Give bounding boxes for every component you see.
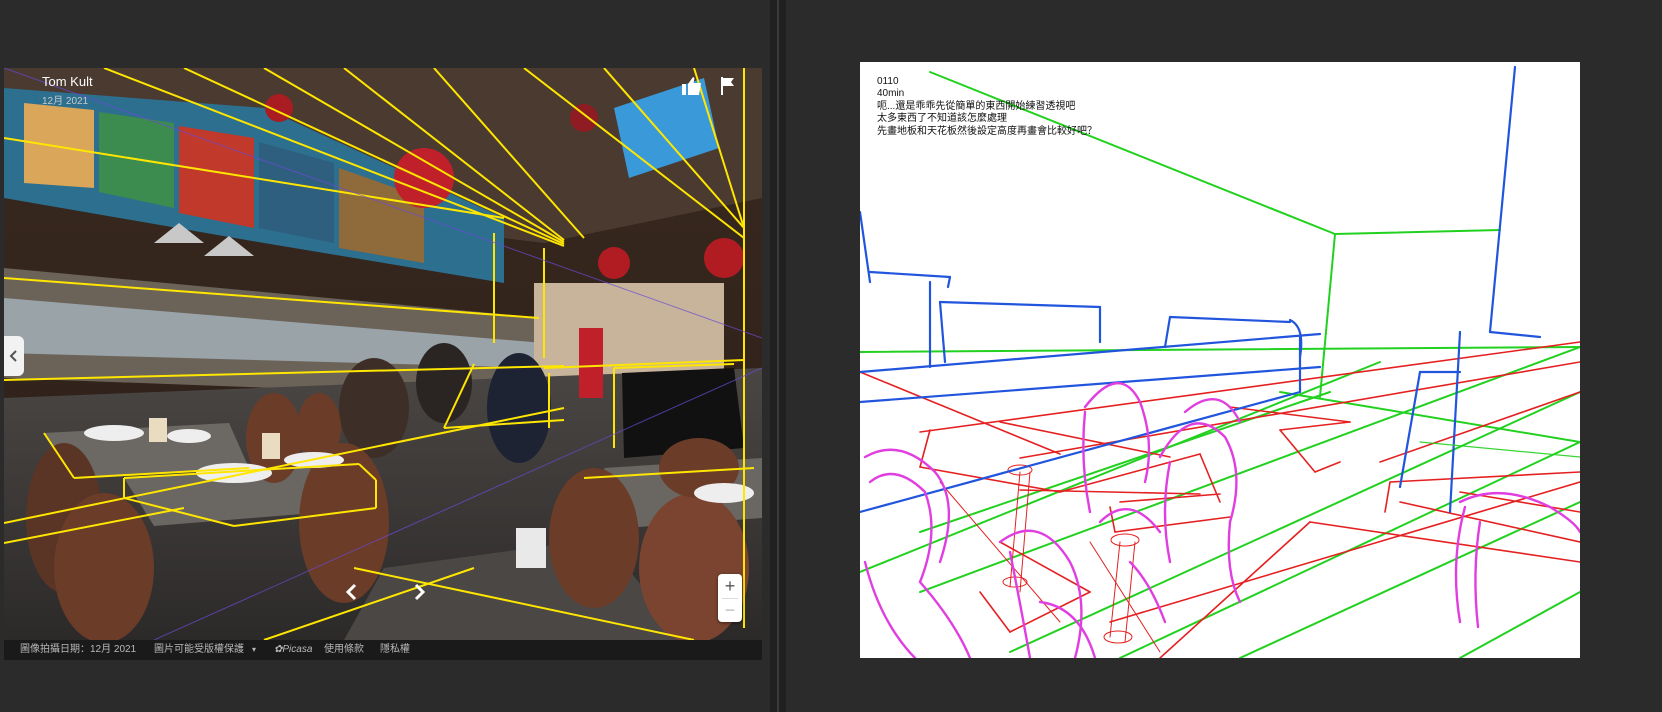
zoom-in-button[interactable]: + [718,574,742,598]
flag-icon[interactable] [716,74,740,98]
terms-link[interactable]: 使用條款 [324,640,364,660]
picasa-label: Picasa [282,644,313,655]
note-line: 呃...還是乖乖先從簡單的東西開始練習透視吧 [877,100,1076,112]
right-pane: 0110 40min 呃...還是乖乖先從簡單的東西開始練習透視吧 太多東西了不… [786,0,1662,712]
photo-viewer[interactable]: Tom Kult 12月 2021 + − 圖像拍攝日期：12月 2021 圖片… [4,68,762,660]
photo-author[interactable]: Tom Kult [42,74,93,89]
left-pane: Tom Kult 12月 2021 + − 圖像拍攝日期：12月 2021 圖片… [0,0,770,712]
perspective-sketch[interactable] [860,62,1580,658]
previous-photo-button[interactable] [340,580,364,604]
pane-splitter[interactable] [770,0,786,712]
privacy-link[interactable]: 隱私權 [380,640,410,660]
dropdown-icon[interactable]: ▾ [252,640,256,660]
capture-date-text: 圖像拍攝日期：12月 2021 [20,644,137,655]
sketch-notes: 0110 40min 呃...還是乖乖先從簡單的東西開始練習透視吧 太多東西了不… [877,76,1097,138]
drawing-canvas[interactable]: 0110 40min 呃...還是乖乖先從簡單的東西開始練習透視吧 太多東西了不… [860,62,1580,658]
copyright-link[interactable]: 圖片可能受版權保護 [154,640,244,660]
splitter-line [777,0,779,712]
note-line: 先畫地板和天花板然後設定高度再畫會比較好吧？ [877,125,1097,137]
zoom-control: + − [718,574,742,622]
collapse-panel-button[interactable] [4,336,24,376]
street-view-photo[interactable] [4,68,762,640]
note-line: 40min [877,88,905,100]
chevron-right-icon [414,583,426,601]
picasa-logo[interactable]: ✿Picasa [274,640,312,660]
next-photo-button[interactable] [407,580,431,604]
photo-date: 12月 2021 [42,96,89,107]
viewer-footer: 圖像拍攝日期：12月 2021 圖片可能受版權保護 ▾ ✿Picasa 使用條款… [4,640,762,660]
zoom-out-button[interactable]: − [718,598,742,622]
thumbs-up-icon[interactable] [680,74,704,98]
chevron-left-icon [9,350,17,362]
app-window: Tom Kult 12月 2021 + − 圖像拍攝日期：12月 2021 圖片… [0,0,1662,712]
note-line: 0110 [877,76,899,87]
chevron-left-icon [345,583,357,601]
note-line: 太多東西了不知道該怎麼處理 [877,113,1007,125]
